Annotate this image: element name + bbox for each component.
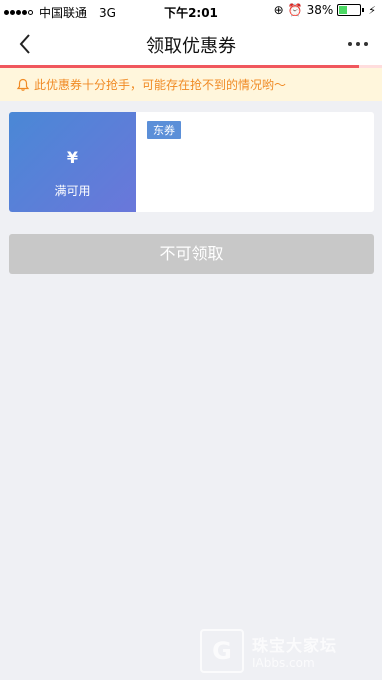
coupon-value-panel: ¥ 满可用 bbox=[9, 112, 136, 212]
status-bar: 中国联通 3G 下午2:01 ⊕ ⏰ 38% ⚡ bbox=[0, 0, 382, 22]
charging-icon: ⚡ bbox=[368, 3, 376, 17]
battery-level bbox=[339, 6, 347, 14]
more-dot-icon bbox=[364, 42, 368, 46]
notice-bar: 此优惠券十分抢手，可能存在抢不到的情况哟～ bbox=[0, 68, 382, 101]
more-options-button[interactable] bbox=[348, 34, 368, 54]
watermark-subtitle: IAbbs.com bbox=[252, 656, 315, 670]
page-title: 领取优惠券 bbox=[146, 36, 236, 57]
nav-bar: 领取优惠券 bbox=[0, 22, 382, 65]
more-dot-icon bbox=[356, 42, 360, 46]
watermark-logo: G bbox=[200, 629, 244, 673]
more-dot-icon bbox=[348, 42, 352, 46]
watermark-text: 珠宝大家坛 IAbbs.com bbox=[252, 632, 337, 670]
coupon-type-badge: 东券 bbox=[147, 121, 181, 139]
status-right: ⊕ ⏰ 38% ⚡ bbox=[274, 3, 376, 17]
coupon-card: ¥ 满可用 东券 bbox=[9, 112, 374, 212]
battery-icon bbox=[337, 4, 362, 16]
alarm-icon: ⏰ bbox=[287, 3, 303, 17]
watermark-title: 珠宝大家坛 bbox=[252, 636, 338, 655]
coupon-amount: ¥ bbox=[66, 148, 79, 167]
notice-text: 此优惠券十分抢手，可能存在抢不到的情况哟～ bbox=[34, 78, 287, 92]
battery-cap bbox=[362, 8, 365, 12]
site-watermark: G 珠宝大家坛 IAbbs.com bbox=[200, 628, 370, 674]
claim-coupon-button[interactable]: 不可领取 bbox=[9, 234, 374, 274]
coupon-condition: 满可用 bbox=[54, 184, 91, 198]
orientation-lock-icon: ⊕ bbox=[273, 3, 284, 17]
battery-percent: 38% bbox=[306, 3, 334, 17]
bell-icon bbox=[16, 78, 30, 91]
